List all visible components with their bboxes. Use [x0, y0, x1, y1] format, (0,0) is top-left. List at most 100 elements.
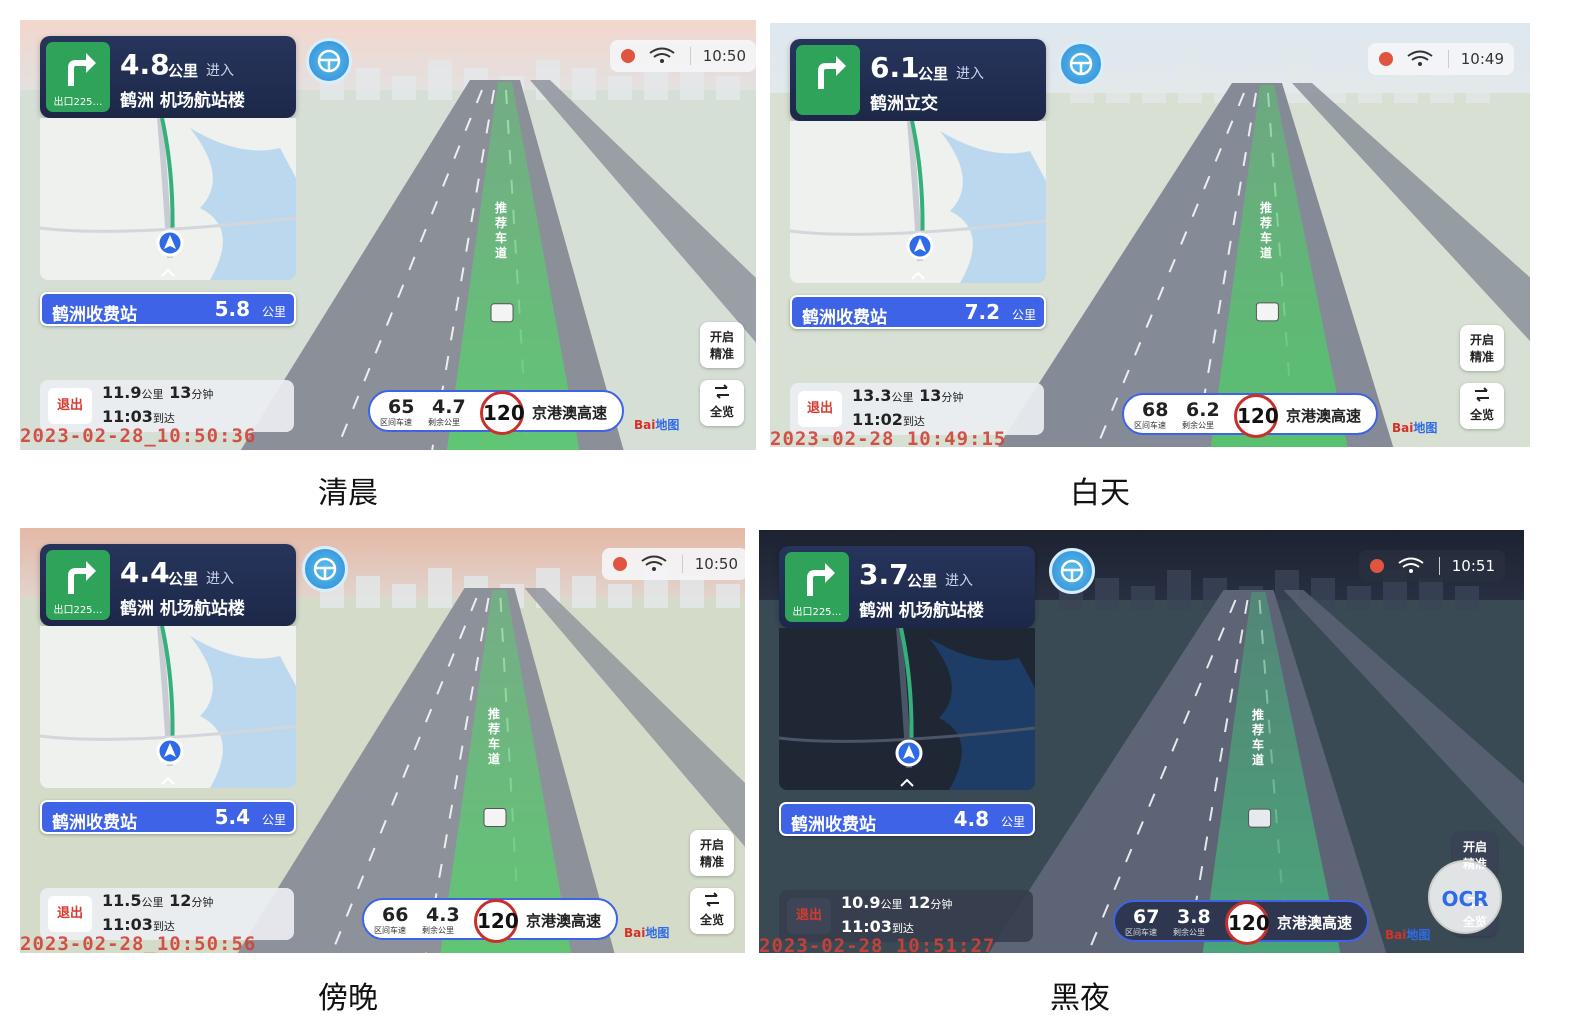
remaining-min-unit: 分钟: [941, 391, 964, 404]
precise-mode-button[interactable]: 开启精准: [690, 830, 734, 876]
remaining-km-unit: 公里: [141, 388, 164, 401]
alert-icon: [613, 557, 627, 571]
zone-speed: 65: [388, 396, 415, 418]
building: [1430, 71, 1454, 103]
zone-remaining-label: 剩余公里: [1182, 421, 1214, 430]
ocr-button[interactable]: OCR: [1428, 860, 1502, 934]
steering-wheel-button[interactable]: [1058, 41, 1104, 87]
speed-info-pill: 67 区间车速 3.8 剩余公里 120 京港澳高速: [1113, 900, 1369, 945]
speed-info-pill: 68 区间车速 6.2 剩余公里 120 京港澳高速: [1122, 393, 1378, 438]
alert-icon: [1370, 559, 1384, 573]
status-bar: 10:50: [602, 548, 745, 580]
enter-label: 进入: [206, 63, 234, 79]
minimap[interactable]: [790, 121, 1046, 283]
precise-mode-button[interactable]: 开启精准: [1460, 325, 1504, 371]
turn-icon-box: 出口225…: [46, 550, 110, 620]
building: [608, 76, 632, 100]
overview-button[interactable]: 全览: [1460, 383, 1504, 429]
overview-label: 全览: [709, 405, 734, 419]
minimap[interactable]: [779, 628, 1035, 790]
next-road-name: 鹤洲 机场航站楼: [859, 601, 984, 621]
exit-navigation-button[interactable]: 退出: [787, 898, 831, 934]
zone-speed: 66: [382, 904, 409, 926]
timestamp-watermark: 2023-02-28_10:50:56: [20, 933, 257, 953]
overview-button[interactable]: 全览: [700, 380, 744, 426]
exit-navigation-button[interactable]: 退出: [48, 896, 92, 932]
minimap[interactable]: [40, 118, 296, 280]
vehicle-icon: [1248, 808, 1272, 828]
vehicle-icon: [1255, 302, 1279, 322]
highway-name: 京港澳高速: [532, 404, 608, 422]
arrival-label: 到达: [152, 920, 175, 933]
steering-wheel-icon: [1069, 52, 1093, 76]
divider: [682, 555, 683, 573]
building: [1419, 578, 1443, 610]
building: [356, 576, 380, 608]
steering-wheel-button[interactable]: [1049, 548, 1095, 594]
recommended-lane-label: 推荐车道: [488, 707, 501, 766]
toll-distance-unit: 公里: [1011, 308, 1036, 322]
toll-distance-unit: 公里: [1000, 815, 1025, 829]
precise-mode-label-1: 开启: [699, 838, 724, 852]
toll-station-bar[interactable]: 鹤洲收费站 5.8 公里: [40, 292, 296, 326]
baidu-maps-logo: Bai地图: [1385, 926, 1430, 943]
logo-text-blue: 地图: [1413, 421, 1438, 435]
overview-icon: [1475, 387, 1489, 402]
clock: 10:51: [1451, 557, 1495, 575]
building: [428, 568, 452, 608]
remaining-km: 11.5: [102, 891, 142, 910]
turn-instruction-card[interactable]: 出口225… 4.4 公里 进入 鹤洲 机场航站楼: [40, 544, 296, 626]
chevron-up-icon[interactable]: [900, 778, 914, 787]
building: [572, 576, 596, 608]
chevron-up-icon[interactable]: [161, 776, 175, 785]
turn-distance: 6.1: [870, 51, 920, 84]
precise-mode-label-2: 精准: [1469, 350, 1494, 364]
building: [392, 76, 416, 100]
vehicle-icon: [483, 808, 507, 827]
wifi-icon: [649, 47, 675, 63]
turn-distance-unit: 公里: [918, 65, 949, 83]
building: [680, 576, 704, 608]
toll-station-bar[interactable]: 鹤洲收费站 7.2 公里: [790, 295, 1046, 329]
remaining-distance-time: 13.3公里 13分钟: [852, 386, 963, 405]
overview-button[interactable]: 全览: [690, 888, 734, 934]
toll-station-bar[interactable]: 鹤洲收费站 4.8 公里: [779, 802, 1035, 836]
logo-text-red: Bai: [624, 926, 646, 940]
arrival-clock: 11:03: [102, 915, 153, 934]
exit-navigation-button[interactable]: 退出: [798, 391, 842, 427]
exit-number-label: 出口225…: [792, 607, 842, 618]
precise-mode-button[interactable]: 开启精准: [700, 322, 744, 368]
remaining-min: 13: [919, 386, 942, 405]
turn-instruction-card[interactable]: 出口225… 4.8 公里 进入 鹤洲 机场航站楼: [40, 36, 296, 118]
remaining-min-unit: 分钟: [191, 388, 214, 401]
recommended-lane-label: 推荐车道: [1252, 708, 1265, 767]
toll-station-name: 鹤洲收费站: [802, 308, 887, 328]
wifi-icon: [641, 555, 667, 571]
chevron-up-icon[interactable]: [161, 268, 175, 277]
divider: [1439, 557, 1440, 575]
steering-wheel-button[interactable]: [302, 546, 348, 592]
zone-remaining-label: 剩余公里: [1173, 928, 1205, 937]
remaining-km: 10.9: [841, 893, 881, 912]
chevron-up-icon[interactable]: [911, 271, 925, 280]
building: [1142, 79, 1166, 103]
minimap[interactable]: [40, 626, 296, 788]
building: [392, 584, 416, 608]
arrival-clock: 11:03: [841, 917, 892, 936]
steering-wheel-button[interactable]: [306, 38, 352, 84]
arrival-clock: 11:03: [102, 407, 153, 426]
toll-station-bar[interactable]: 鹤洲收费站 5.4 公里: [40, 800, 296, 834]
logo-text-blue: 地图: [645, 926, 670, 940]
arrival-label: 到达: [902, 415, 925, 428]
speed-limit-sign: 120: [474, 899, 519, 943]
toll-station-name: 鹤洲收费站: [52, 305, 137, 325]
turn-instruction-card[interactable]: 出口225… 3.7 公里 进入 鹤洲 机场航站楼: [779, 546, 1035, 628]
next-road-name: 鹤洲 机场航站楼: [120, 599, 245, 619]
exit-navigation-button[interactable]: 退出: [48, 388, 92, 424]
turn-instruction-card[interactable]: 6.1 公里 进入 鹤洲立交: [790, 39, 1046, 121]
arrival-label: 到达: [891, 922, 914, 935]
recommended-lane-label: 推荐车道: [495, 201, 508, 260]
divider: [1448, 50, 1449, 68]
next-road-name: 鹤洲 机场航站楼: [120, 91, 245, 111]
baidu-maps-logo: Bai地图: [634, 416, 679, 433]
